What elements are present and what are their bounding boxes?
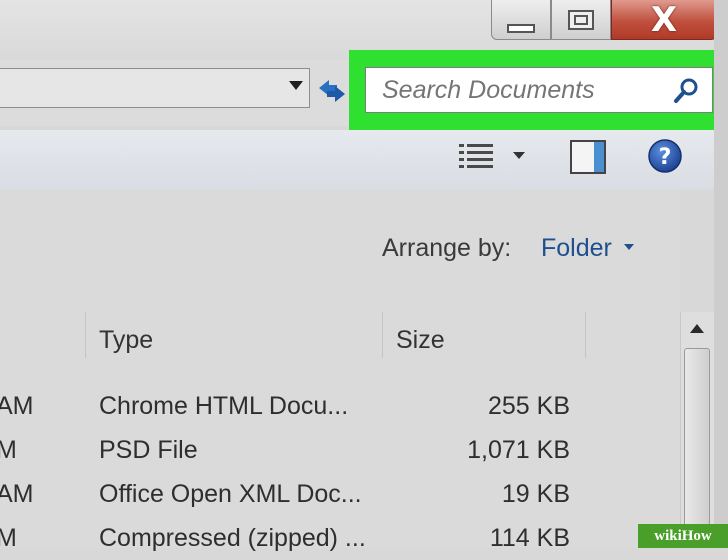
cell-size: 114 KB: [489, 524, 570, 552]
views-list-icon[interactable]: [458, 142, 496, 177]
cell-type: Compressed (zipped) ...: [99, 524, 366, 552]
help-icon[interactable]: ?: [647, 138, 683, 179]
cell-size: 255 KB: [487, 392, 570, 420]
table-row[interactable]: M PSD File 1,071 KB: [0, 428, 680, 472]
scroll-thumb[interactable]: [684, 348, 710, 548]
column-divider[interactable]: [382, 312, 383, 358]
preview-pane-icon[interactable]: [570, 140, 606, 179]
refresh-button[interactable]: [315, 74, 349, 108]
search-icon[interactable]: [672, 77, 700, 110]
views-dropdown-icon[interactable]: [513, 152, 525, 159]
cell-size: 19 KB: [501, 480, 570, 508]
table-row[interactable]: M Compressed (zipped) ... 114 KB: [0, 516, 680, 560]
table-row[interactable]: AM Office Open XML Doc... 19 KB: [0, 472, 680, 516]
search-box[interactable]: [365, 67, 713, 113]
search-input[interactable]: [382, 68, 662, 112]
maximize-icon: [568, 9, 594, 30]
cell-type: Chrome HTML Docu...: [99, 392, 349, 420]
column-divider[interactable]: [585, 312, 586, 358]
cell-size: 1,071 KB: [467, 436, 570, 464]
cell-date-modified: AM: [0, 392, 34, 420]
maximize-button[interactable]: [551, 0, 611, 40]
window-border: [714, 0, 728, 548]
minimize-icon: [507, 24, 535, 33]
cell-date-modified: M: [0, 524, 17, 552]
table-row[interactable]: AM Chrome HTML Docu... 255 KB: [0, 384, 680, 428]
column-header-type[interactable]: Type: [99, 326, 153, 355]
refresh-icon: [319, 80, 345, 102]
cell-date-modified: M: [0, 436, 17, 464]
column-divider[interactable]: [85, 312, 86, 358]
arrange-by-label: Arrange by:: [382, 234, 512, 262]
arrange-by-dropdown[interactable]: Folder: [541, 234, 612, 263]
chevron-down-icon[interactable]: [289, 81, 303, 90]
help-glyph: ?: [659, 145, 672, 170]
wikihow-watermark: wikiHow: [638, 524, 728, 548]
column-header-size[interactable]: Size: [396, 326, 445, 355]
address-bar[interactable]: [0, 68, 310, 108]
chevron-down-icon[interactable]: [624, 244, 634, 250]
cell-date-modified: AM: [0, 480, 34, 508]
vertical-scrollbar[interactable]: [680, 312, 714, 548]
minimize-button[interactable]: [491, 0, 551, 40]
cell-type: PSD File: [99, 436, 198, 464]
close-button[interactable]: X: [611, 0, 717, 40]
command-bar: ?: [0, 130, 728, 190]
close-icon: X: [650, 0, 678, 40]
cell-type: Office Open XML Doc...: [99, 480, 362, 508]
scroll-up-arrow-icon[interactable]: [690, 324, 704, 333]
